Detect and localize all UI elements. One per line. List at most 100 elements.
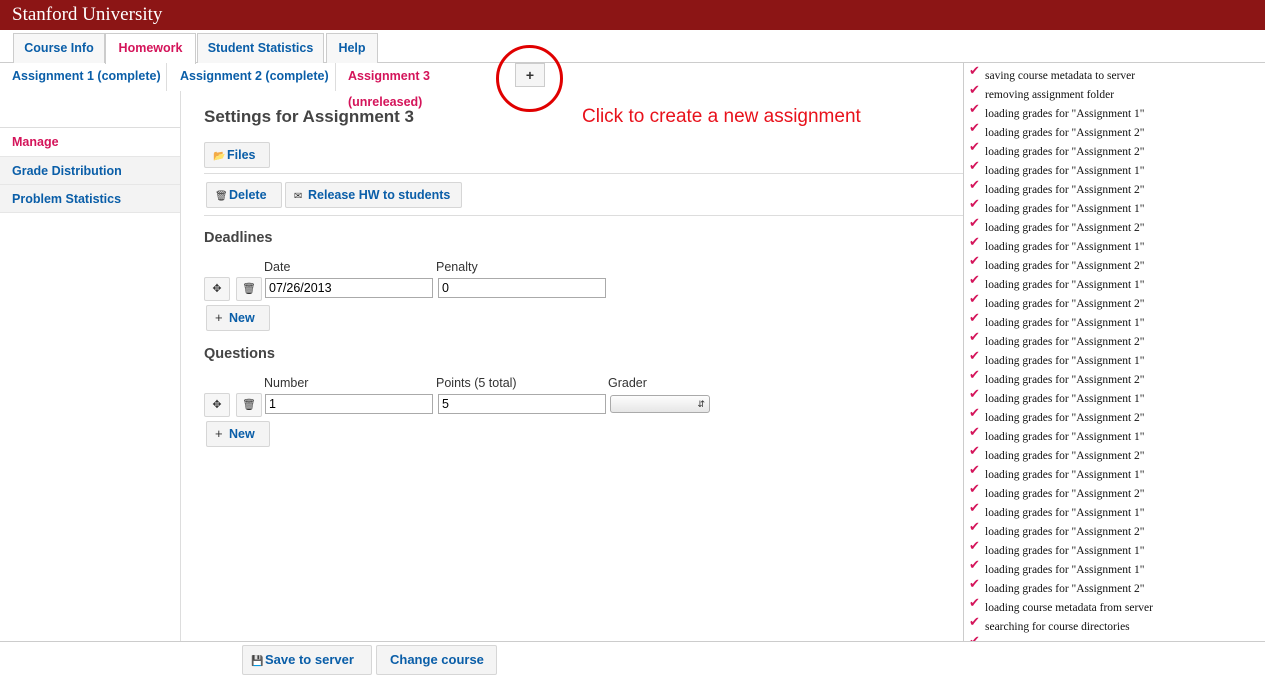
number-column-label: Number xyxy=(264,376,309,390)
questions-heading: Questions xyxy=(204,346,275,362)
log-message: saving course metadata to server xyxy=(985,70,1136,82)
plus-icon: + xyxy=(525,67,535,83)
release-label: Release HW to students xyxy=(308,188,451,202)
points-field[interactable] xyxy=(438,394,606,414)
delete-button[interactable]: 🗑Delete xyxy=(206,182,282,208)
move-icon: ✥ xyxy=(212,399,222,411)
grader-select[interactable]: ⇵ xyxy=(610,395,710,413)
log-message: loading grades for "Assignment 1" xyxy=(985,317,1145,329)
log-entry: ✔ loading grades for "Assignment 1" xyxy=(964,272,1265,294)
log-message: loading grades for "Assignment 1" xyxy=(985,355,1145,367)
log-message: searching for course directories xyxy=(985,621,1130,633)
log-entry: ✔ loading grades for "Assignment 1" xyxy=(964,234,1265,256)
checkmark-icon: ✔ xyxy=(969,101,980,116)
checkmark-icon: ✔ xyxy=(969,386,980,401)
save-to-server-button[interactable]: 💾 Save to server xyxy=(242,645,372,675)
log-entry: ✔ loading grades for "Assignment 1" xyxy=(964,538,1265,560)
delete-deadline-button[interactable]: 🗑 xyxy=(236,277,262,301)
log-message: loading grades for "Assignment 1" xyxy=(985,165,1145,177)
checkmark-icon: ✔ xyxy=(969,633,980,641)
drag-handle[interactable]: ✥ xyxy=(204,277,230,301)
log-message: loading grades for "Assignment 2" xyxy=(985,222,1145,234)
trash-icon: 🗑 xyxy=(242,283,256,295)
assignment-tabs: Assignment 1 (complete) Assignment 2 (co… xyxy=(0,63,963,109)
checkmark-icon: ✔ xyxy=(969,481,980,496)
log-entry: ✔ loading grades for "Assignment 2" xyxy=(964,481,1265,503)
log-message: loading grades for "Assignment 2" xyxy=(985,184,1145,196)
log-message: loading grades for "Assignment 2" xyxy=(985,583,1145,595)
add-assignment-button[interactable]: + xyxy=(515,63,545,87)
deadlines-heading: Deadlines xyxy=(204,230,273,246)
checkmark-icon: ✔ xyxy=(969,272,980,287)
drag-handle[interactable]: ✥ xyxy=(204,393,230,417)
log-entry: ✔ loading grades for "Assignment 1" xyxy=(964,500,1265,522)
plus-icon: + xyxy=(215,426,223,441)
tab-course-info[interactable]: Course Info xyxy=(13,33,105,63)
checkmark-icon: ✔ xyxy=(969,177,980,192)
log-message: loading grades for "Assignment 2" xyxy=(985,127,1145,139)
checkmark-icon: ✔ xyxy=(969,139,980,154)
log-entry: ✔ loading grades for "Assignment 2" xyxy=(964,519,1265,541)
log-message: loading grades for "Assignment 1" xyxy=(985,431,1145,443)
log-entry: ✔ loading grades for "Assignment 2" xyxy=(964,405,1265,427)
sidebar-spacer xyxy=(0,91,180,128)
log-entry: ✔ loading grades for "Assignment 1" xyxy=(964,386,1265,408)
checkmark-icon: ✔ xyxy=(969,405,980,420)
checkmark-icon: ✔ xyxy=(969,557,980,572)
floppy-disk-icon: 💾 xyxy=(251,656,264,667)
log-message: loading grades for "Assignment 2" xyxy=(985,526,1145,538)
assignment-tab-1[interactable]: Assignment 1 (complete) xyxy=(0,63,167,91)
penalty-field[interactable] xyxy=(438,278,606,298)
checkmark-icon: ✔ xyxy=(969,234,980,249)
main-nav: Course Info Homework Student Statistics … xyxy=(0,30,1265,64)
checkmark-icon: ✔ xyxy=(969,82,980,97)
checkmark-icon: ✔ xyxy=(969,500,980,515)
checkmark-icon: ✔ xyxy=(969,63,980,78)
number-field[interactable] xyxy=(265,394,433,414)
release-hw-button[interactable]: ✉ Release HW to students xyxy=(285,182,462,208)
log-message: loading grades for "Assignment 2" xyxy=(985,298,1145,310)
new-question-button[interactable]: + New xyxy=(206,421,270,447)
plus-icon: + xyxy=(215,310,223,325)
activity-log[interactable]: ✔ saving course metadata to server ✔ removi… xyxy=(963,63,1265,641)
log-message: removing assignment folder xyxy=(985,89,1115,101)
assignment-tab-2[interactable]: Assignment 2 (complete) xyxy=(168,63,336,91)
sidebar-item-grade-distribution[interactable]: Grade Distribution xyxy=(0,157,180,185)
new-label: New xyxy=(229,427,255,441)
date-field[interactable] xyxy=(265,278,433,298)
sidebar-item-manage[interactable]: Manage xyxy=(0,128,180,157)
checkmark-icon: ✔ xyxy=(969,196,980,211)
log-message: loading grades for "Assignment 1" xyxy=(985,545,1145,557)
log-entry: ✔ loading grades for "Assignment 2" xyxy=(964,367,1265,389)
grader-column-label: Grader xyxy=(608,376,647,390)
log-entry: ✔ loading grades for "Assignment 2" xyxy=(964,120,1265,142)
checkmark-icon: ✔ xyxy=(969,158,980,173)
log-entry: ✔ loading grades for "Assignment 2" xyxy=(964,291,1265,313)
checkmark-icon: ✔ xyxy=(969,310,980,325)
log-entry: ✔ loading grades for "Assignment 1" xyxy=(964,310,1265,332)
checkmark-icon: ✔ xyxy=(969,462,980,477)
new-deadline-button[interactable]: + New xyxy=(206,305,270,331)
tab-student-statistics[interactable]: Student Statistics xyxy=(197,33,324,63)
checkmark-icon: ✔ xyxy=(969,215,980,230)
log-entry: ✔ loading grades for "Assignment 1" xyxy=(964,462,1265,484)
files-button[interactable]: 📂 Files xyxy=(204,142,270,168)
save-label: Save to server xyxy=(265,652,354,667)
tab-help[interactable]: Help xyxy=(326,33,378,63)
checkmark-icon: ✔ xyxy=(969,329,980,344)
new-label: New xyxy=(229,311,255,325)
tab-homework[interactable]: Homework xyxy=(105,33,196,64)
points-column-label: Points (5 total) xyxy=(436,376,517,390)
move-icon: ✥ xyxy=(212,283,222,295)
change-course-button[interactable]: Change course xyxy=(376,645,497,675)
log-entry: ✔ loading course metadata from server xyxy=(964,595,1265,617)
footer-toolbar: 💾 Save to server Change course xyxy=(0,641,1265,679)
sidebar-item-problem-statistics[interactable]: Problem Statistics xyxy=(0,185,180,213)
log-message: loading grades for "Assignment 1" xyxy=(985,108,1145,120)
log-message: loading grades for "Assignment 1" xyxy=(985,279,1145,291)
log-entry: ✔ removing assignment folder xyxy=(964,82,1265,104)
delete-question-button[interactable]: 🗑 xyxy=(236,393,262,417)
assignment-tab-3[interactable]: Assignment 3 (unreleased) xyxy=(336,63,506,109)
trash-icon: 🗑 xyxy=(242,399,256,411)
log-message: loading course metadata from server xyxy=(985,602,1153,614)
